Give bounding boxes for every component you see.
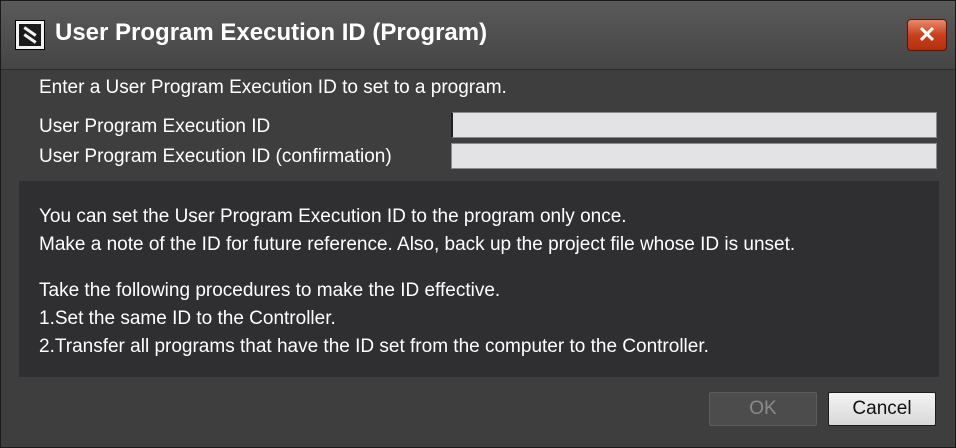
close-button[interactable]: ✕ <box>907 19 947 51</box>
close-icon: ✕ <box>917 22 937 47</box>
info-line: You can set the User Program Execution I… <box>39 206 627 227</box>
cancel-button[interactable]: Cancel <box>828 392 936 426</box>
execution-id-confirmation-label: User Program Execution ID (confirmation) <box>39 146 392 167</box>
dialog-title: User Program Execution ID (Program) <box>55 19 488 46</box>
info-line: 2.Transfer all programs that have the ID… <box>39 336 709 357</box>
info-line: 1.Set the same ID to the Controller. <box>39 308 336 329</box>
instruction-text: Enter a User Program Execution ID to set… <box>39 77 507 98</box>
execution-id-label: User Program Execution ID <box>39 116 271 137</box>
info-panel: You can set the User Program Execution I… <box>19 181 939 377</box>
dialog-window: User Program Execution ID (Program) ✕ En… <box>0 0 956 448</box>
ok-button[interactable]: OK <box>709 392 817 426</box>
title-bar[interactable]: User Program Execution ID (Program) ✕ <box>1 1 955 70</box>
info-line: Take the following procedures to make th… <box>39 280 501 301</box>
info-line: Make a note of the ID for future referen… <box>39 234 796 255</box>
execution-id-confirmation-input[interactable] <box>451 143 937 169</box>
app-icon <box>15 20 45 50</box>
execution-id-input[interactable] <box>451 112 937 138</box>
